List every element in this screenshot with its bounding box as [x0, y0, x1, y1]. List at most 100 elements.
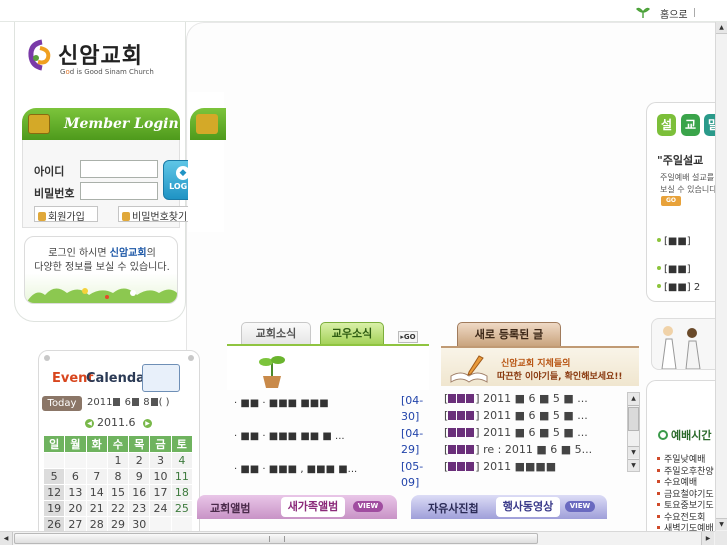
album-view-button[interactable]: VIEW: [353, 501, 383, 512]
sermon-desc-line1: 주일예배 설교를: [660, 173, 715, 182]
clock-icon: [658, 430, 668, 440]
scroll-down-icon[interactable]: ▼: [716, 518, 727, 530]
calendar-day[interactable]: 5: [44, 469, 65, 484]
post-title: re : 2011 ■ 6 ■ 5...: [483, 443, 593, 456]
calendar-day[interactable]: 26: [44, 517, 65, 532]
id-input[interactable]: [80, 160, 158, 178]
calendar-day[interactable]: 24: [150, 501, 171, 516]
calendar-day[interactable]: 22: [107, 501, 129, 516]
calendar-day[interactable]: 27: [65, 517, 86, 532]
worship-title-label: 예배시간: [671, 429, 712, 442]
sermon-go-button[interactable]: GO: [661, 196, 681, 206]
sermon-tab-2[interactable]: 교: [681, 114, 700, 136]
calendar-day[interactable]: 23: [129, 501, 150, 516]
calendar-day[interactable]: 17: [150, 485, 171, 500]
tab-new-posts[interactable]: 새로 등록된 글: [457, 322, 561, 346]
calendar-day[interactable]: 29: [107, 517, 129, 532]
video-view-button[interactable]: VIEW: [565, 501, 595, 512]
calendar-empty-cell: [86, 453, 107, 468]
join-button[interactable]: 회원가입: [34, 206, 98, 223]
calendar-day[interactable]: 25: [171, 501, 192, 516]
horizontal-scroll-thumb[interactable]: [14, 533, 538, 544]
next-month-icon[interactable]: ▶: [143, 419, 152, 428]
news-item-title[interactable]: · ■■ · ■■■ ■■■: [234, 398, 329, 409]
sermon-item[interactable]: [■■]: [657, 236, 691, 247]
calendar-day[interactable]: 21: [86, 501, 107, 516]
calendar-day[interactable]: 11: [171, 469, 192, 484]
new-post-item[interactable]: [] 2011 ■■■■: [444, 460, 556, 473]
search-doc-icon: [122, 212, 130, 221]
bullet-icon: [657, 457, 660, 460]
weekday-header: 월: [65, 436, 86, 452]
posts-scroll-down-icon[interactable]: ▼: [628, 446, 639, 458]
posts-scroll-thumb[interactable]: [628, 407, 639, 431]
calendar-day[interactable]: 10: [150, 469, 171, 484]
calendar-day[interactable]: 9: [129, 469, 150, 484]
prev-month-icon[interactable]: ◀: [85, 419, 94, 428]
logo-mark-icon: [28, 39, 51, 71]
calendar-day[interactable]: 3: [150, 453, 171, 468]
sermon-item[interactable]: [■■]: [657, 264, 691, 275]
new-post-item[interactable]: [] re : 2011 ■ 6 ■ 5...: [444, 443, 592, 456]
calendar-day[interactable]: 6: [65, 469, 86, 484]
month-label: 2011.6: [97, 416, 136, 429]
calendar-empty-cell: [44, 453, 65, 468]
calendar-day[interactable]: 13: [65, 485, 86, 500]
bullet-icon: [657, 514, 660, 518]
new-post-item[interactable]: [] 2011 ■ 6 ■ 5 ■ ...: [444, 409, 588, 422]
posts-scroll-up-icon[interactable]: ▲: [628, 393, 639, 406]
calendar-day[interactable]: 18: [171, 485, 192, 500]
login-notice: 로그인 하시면 신암교회의 다양한 정보를 보실 수 있습니다.: [24, 236, 178, 304]
site-logo[interactable]: 신암교회 God is Good Sinam Church: [18, 28, 180, 92]
tab-free-photo[interactable]: 자유사진첩: [428, 500, 479, 516]
posts-banner-line2: 따끈한 이야기들, 확인해보세요!!: [497, 372, 623, 382]
vertical-scrollbar[interactable]: ▲ ▼: [715, 22, 727, 531]
calendar-pin-left: [44, 355, 50, 361]
scrollbar-corner: [715, 531, 727, 545]
new-post-item[interactable]: [] 2011 ■ 6 ■ 5 ■ ...: [444, 392, 588, 405]
tab-church-news[interactable]: 교회소식: [241, 322, 311, 344]
sermon-heading: "주일설교: [657, 154, 704, 167]
calendar-day[interactable]: 7: [86, 469, 107, 484]
scroll-right-icon[interactable]: ▶: [701, 532, 714, 545]
calendar-day[interactable]: 15: [107, 485, 129, 500]
tab-event-video[interactable]: 행사동영상: [496, 497, 560, 517]
today-button[interactable]: Today: [42, 396, 82, 411]
calendar-day[interactable]: 30: [129, 517, 150, 532]
calendar-day[interactable]: 28: [86, 517, 107, 532]
posts-scrollbar[interactable]: ▲ ▼ ▼: [627, 392, 640, 472]
news-item-title[interactable]: · ■■ · ■■■ , ■■■ ■...: [234, 464, 357, 475]
tab-church-album[interactable]: 교회앨범: [210, 500, 250, 516]
calendar-day[interactable]: 4: [171, 453, 192, 468]
password-input[interactable]: [80, 182, 158, 200]
find-password-label: 비밀번호찾기: [132, 212, 188, 223]
post-title: 2011 ■■■■: [483, 460, 557, 473]
member-login-header: Member Login: [22, 108, 180, 140]
calendar-day[interactable]: 2: [129, 453, 150, 468]
posts-scroll-end-icon[interactable]: ▼: [628, 459, 639, 471]
today-date: 2011 6 8 ( ): [87, 397, 170, 408]
news-item-date: [04-29]: [401, 427, 424, 456]
calendar-day[interactable]: 14: [86, 485, 107, 500]
calendar-day[interactable]: 8: [107, 469, 129, 484]
news-item-date: [05-09]: [401, 460, 424, 489]
scroll-left-icon[interactable]: ◀: [0, 532, 13, 545]
calendar-day[interactable]: 12: [44, 485, 65, 500]
sermon-item[interactable]: [■■] 2: [657, 282, 700, 293]
calendar-day[interactable]: 20: [65, 501, 86, 516]
news-go-button[interactable]: ▸GO: [398, 331, 418, 343]
member-login-title: Member Login: [64, 116, 179, 132]
scroll-up-icon[interactable]: ▲: [716, 22, 727, 34]
scroll-grip-icon: [269, 536, 285, 542]
sermon-tab-1[interactable]: 설: [657, 114, 676, 136]
weekday-header: 토: [171, 436, 192, 452]
tab-new-family-album[interactable]: 새가족앨범: [281, 497, 345, 517]
tab-member-news[interactable]: 교우소식: [320, 322, 384, 344]
home-link[interactable]: 홈으로: [660, 6, 688, 21]
horizontal-scrollbar[interactable]: ◀ ▶: [0, 531, 715, 545]
calendar-day[interactable]: 19: [44, 501, 65, 516]
calendar-day[interactable]: 1: [107, 453, 129, 468]
calendar-day[interactable]: 16: [129, 485, 150, 500]
news-item-title[interactable]: · ■■ · ■■■ ■■ ■ ...: [234, 431, 345, 442]
new-post-item[interactable]: [] 2011 ■ 6 ■ 5 ■ ...: [444, 426, 588, 439]
